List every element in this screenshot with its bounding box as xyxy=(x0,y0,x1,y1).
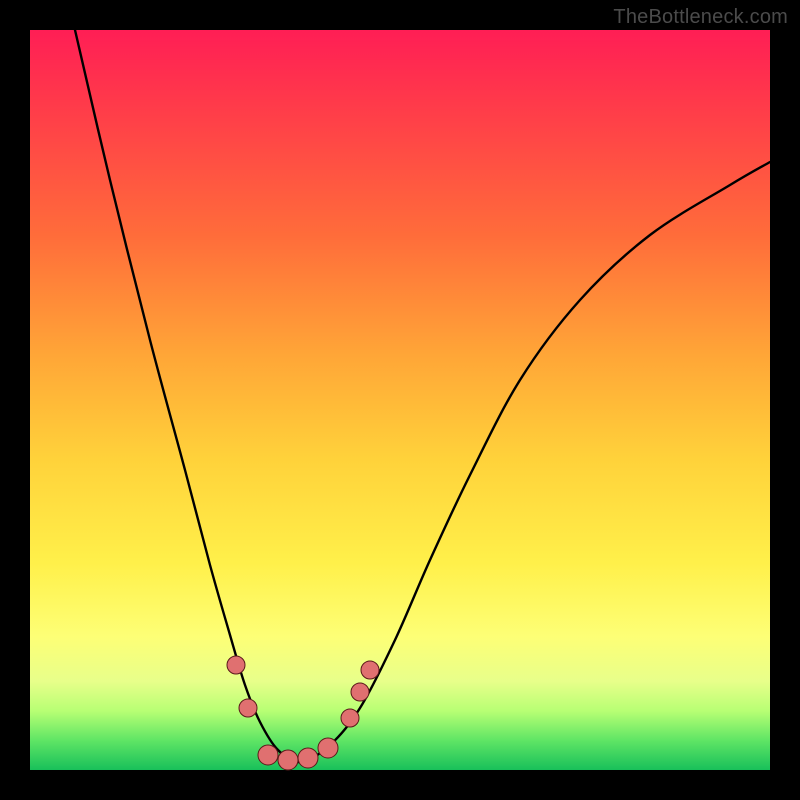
marker-right-1 xyxy=(341,709,359,727)
marker-bottom-3 xyxy=(298,748,318,768)
marker-right-3 xyxy=(361,661,379,679)
marker-left-1 xyxy=(227,656,245,674)
marker-bottom-1 xyxy=(258,745,278,765)
marker-right-2 xyxy=(351,683,369,701)
chart-svg xyxy=(30,30,770,770)
curve-layer xyxy=(75,30,770,762)
bottleneck-curve xyxy=(75,30,770,762)
marker-left-2 xyxy=(239,699,257,717)
watermark: TheBottleneck.com xyxy=(613,6,788,29)
chart-frame: TheBottleneck.com xyxy=(0,0,800,800)
markers-layer xyxy=(227,656,379,770)
marker-bottom-2 xyxy=(278,750,298,770)
marker-bottom-4 xyxy=(318,738,338,758)
